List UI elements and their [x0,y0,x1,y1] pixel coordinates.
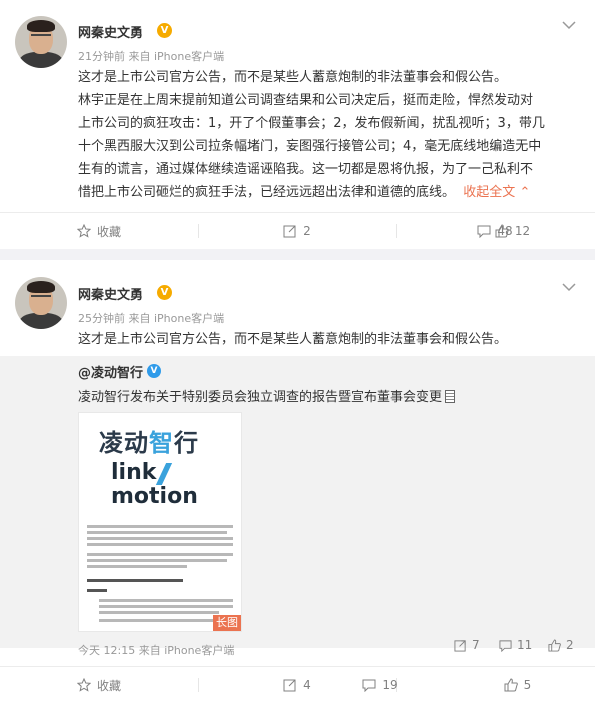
long-image-thumbnail[interactable]: 凌动智行 link motion 长图 [78,412,242,632]
post-text-line: 十个黑西服大汉到公司拉条幅堵门，妄图强行接管公司；4，毫无底线地编造无中 [78,139,542,154]
repost-icon [454,639,466,652]
logo-slash [155,463,173,485]
chevron-down-icon[interactable] [562,282,576,292]
post-text: 这才是上市公司官方公告，而不是某些人蓄意炮制的非法董事会和假公告。 [78,332,508,347]
repost-repost-count[interactable]: 7 [454,638,480,652]
repost-meta: 今天 12:15 来自 iPhone客户端 [78,644,235,657]
post-text-line: 惜把上市公司砸烂的疯狂手法，已经远远超出法律和道德的底线。 收起全文 ⌃ [78,181,578,204]
comment-icon [362,679,376,692]
verified-badge-icon: V [147,364,161,378]
repost-count: 2 [303,224,311,238]
collapse-link[interactable]: 收起全文 ⌃ [459,185,530,200]
favorite-label: 收藏 [96,224,121,239]
favorite-button[interactable]: 收藏 [0,667,198,703]
logo-english-line2: motion [111,484,198,509]
repost-text-content: 凌动智行发布关于特别委员会独立调查的报告暨宣布董事会变更 [78,390,443,405]
like-button[interactable]: 5 [440,667,595,703]
comment-icon [499,639,512,652]
star-icon [76,224,91,238]
reposted-content[interactable]: @凌动智行 V 凌动智行发布关于特别委员会独立调查的报告暨宣布董事会变更 凌动智… [0,356,595,657]
repost-icon [283,225,296,238]
comment-count: 19 [382,678,398,692]
like-count: 12 [514,224,531,238]
favorite-button[interactable]: 收藏 [0,213,198,249]
chevron-down-icon[interactable] [562,20,576,30]
repost-comment-count[interactable]: 11 [499,638,532,652]
like-icon [495,224,509,238]
username[interactable]: 网秦史文勇 [78,22,143,41]
post-text-tail: 惜把上市公司砸烂的疯狂手法，已经远远超出法律和道德的底线。 [78,185,456,200]
post-text-line: 林宇正是在上周末提前知道公司调查结果和公司决定后，挺而走险，悍然发动对 [78,93,534,108]
like-count: 5 [523,678,532,692]
post-text-line: 上市公司的疯狂攻击：1，开了个假董事会；2，发布假新闻，扰乱视听；3，带几 [78,116,545,131]
username[interactable]: 网秦史文勇 [78,284,143,303]
repost-button[interactable]: 2 [198,213,396,249]
post-meta: 25分钟前 来自 iPhone客户端 [78,312,225,325]
post-text-line: 这才是上市公司官方公告，而不是某些人蓄意炮制的非法董事会和假公告。 [78,70,508,85]
verified-badge-icon: V [157,285,172,300]
comment-button[interactable]: 19 [296,667,464,703]
repost-like-count[interactable]: 2 [548,638,574,652]
logo-english-line1: link [111,460,157,485]
like-button[interactable]: 12 [430,213,595,249]
verified-badge-icon: V [157,23,172,38]
favorite-label: 收藏 [96,678,121,693]
star-icon [76,678,91,692]
logo-chinese: 凌动智行 [99,429,199,457]
post-text-line: 生有的谎言，通过媒体继续造谣诬陷我。这一切都是恩将仇报，为了一己私利不 [78,162,534,177]
weibo-post-1: 网秦史文勇 V 21分钟前 来自 iPhone客户端 这才是上市公司官方公告，而… [0,0,595,249]
document-icon [445,390,456,403]
post-text: 这才是上市公司官方公告，而不是某些人蓄意炮制的非法董事会和假公告。 林宇正是在上… [78,66,578,204]
long-image-tag: 长图 [213,615,241,631]
weibo-post-2: 网秦史文勇 V 25分钟前 来自 iPhone客户端 这才是上市公司官方公告，而… [0,260,595,704]
avatar[interactable] [15,277,67,329]
repost-text: 凌动智行发布关于特别委员会独立调查的报告暨宣布董事会变更 [78,386,456,405]
avatar[interactable] [15,16,67,68]
repost-author[interactable]: @凌动智行 [78,362,143,381]
like-icon [504,678,518,692]
post-meta: 21分钟前 来自 iPhone客户端 [78,50,225,63]
like-icon [548,638,561,652]
